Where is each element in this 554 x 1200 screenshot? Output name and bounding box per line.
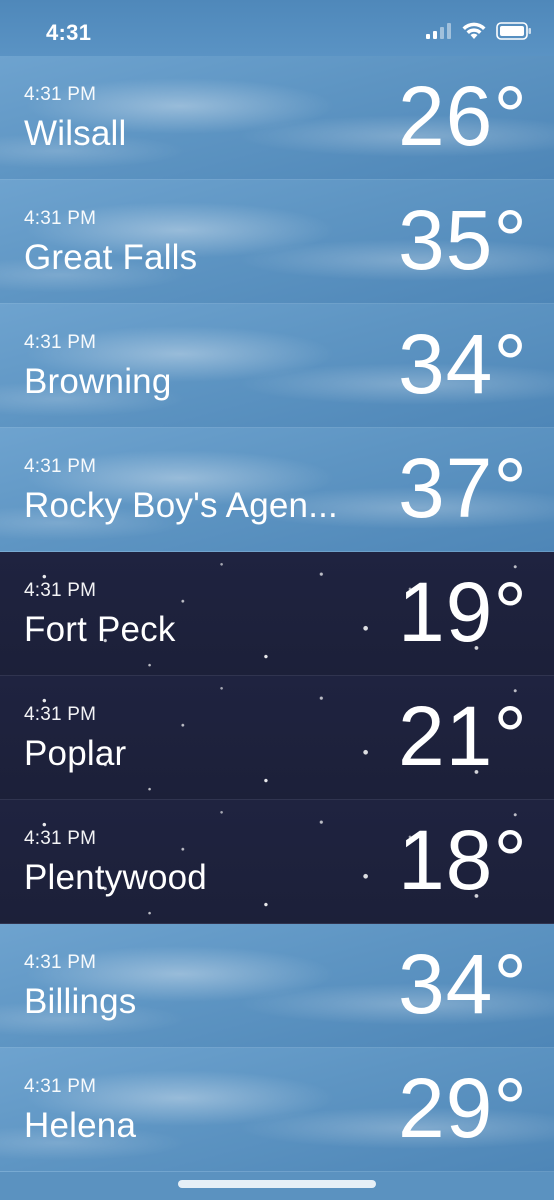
city-temperature: 21° <box>397 689 528 783</box>
city-temperature: 18° <box>397 813 528 907</box>
city-local-time: 4:31 PM <box>24 1076 97 1097</box>
cellular-signal-icon <box>426 22 452 44</box>
city-local-time: 4:31 PM <box>24 704 97 725</box>
city-temperature: 34° <box>397 317 528 411</box>
city-row[interactable]: 4:31 PM Plentywood 18° <box>0 800 554 924</box>
city-name: Great Falls <box>24 238 198 277</box>
city-row[interactable]: 4:31 PM Great Falls 35° <box>0 180 554 304</box>
home-indicator[interactable] <box>178 1180 376 1188</box>
city-name: Browning <box>24 362 172 401</box>
city-name: Wilsall <box>24 114 127 153</box>
city-local-time: 4:31 PM <box>24 208 97 229</box>
city-row[interactable]: 4:31 PM Wilsall 26° <box>0 56 554 180</box>
city-name: Fort Peck <box>24 610 176 649</box>
city-local-time: 4:31 PM <box>24 580 97 601</box>
city-name: Billings <box>24 982 137 1021</box>
city-name: Plentywood <box>24 858 207 897</box>
city-local-time: 4:31 PM <box>24 456 97 477</box>
city-list: 4:31 PM Wilsall 26° 4:31 PM Great Falls … <box>0 56 554 1172</box>
status-bar: 4:31 <box>0 0 554 56</box>
battery-icon <box>496 21 532 45</box>
city-row[interactable]: 4:31 PM Browning 34° <box>0 304 554 428</box>
city-local-time: 4:31 PM <box>24 84 97 105</box>
city-temperature: 19° <box>397 565 528 659</box>
city-name: Rocky Boy's Agen... <box>24 486 338 525</box>
city-temperature: 26° <box>397 69 528 163</box>
city-name: Helena <box>24 1106 137 1145</box>
city-local-time: 4:31 PM <box>24 332 97 353</box>
city-row[interactable]: 4:31 PM Poplar 21° <box>0 676 554 800</box>
city-row[interactable]: 4:31 PM Helena 29° <box>0 1048 554 1172</box>
city-name: Poplar <box>24 734 127 773</box>
city-local-time: 4:31 PM <box>24 828 97 849</box>
wifi-icon <box>462 22 486 45</box>
status-time: 4:31 <box>46 20 92 45</box>
city-temperature: 35° <box>397 193 528 287</box>
city-temperature: 37° <box>397 441 528 535</box>
city-row[interactable]: 4:31 PM Fort Peck 19° <box>0 552 554 676</box>
city-row[interactable]: 4:31 PM Billings 34° <box>0 924 554 1048</box>
status-icons <box>426 21 532 45</box>
city-row[interactable]: 4:31 PM Rocky Boy's Agen... 37° <box>0 428 554 552</box>
city-temperature: 34° <box>397 937 528 1031</box>
city-temperature: 29° <box>397 1061 528 1155</box>
city-local-time: 4:31 PM <box>24 952 97 973</box>
